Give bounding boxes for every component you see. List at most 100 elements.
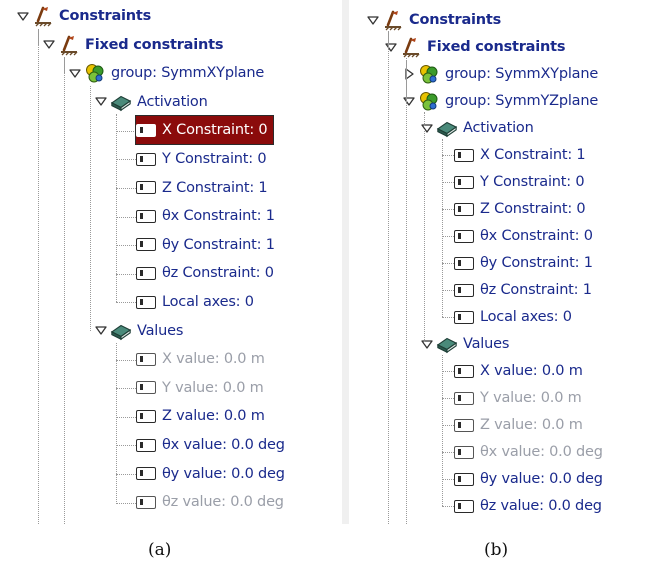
checkbox-icon[interactable] — [454, 472, 474, 486]
constraint-icon — [400, 36, 422, 58]
collapse-arrow-icon[interactable] — [42, 39, 56, 51]
checkbox-icon[interactable] — [136, 238, 156, 252]
tree-item-y-constraint-1[interactable]: θy Constraint: 1 — [454, 249, 595, 277]
tree-item-label: θx Constraint: 1 — [162, 208, 275, 225]
checkbox-icon[interactable] — [136, 123, 156, 137]
tree-item-x-constraint-0[interactable]: θx Constraint: 0 — [454, 222, 595, 250]
tree-item-group-symmxyplane[interactable]: group: SymmXYplane — [84, 59, 266, 87]
tree-item-label: θz Constraint: 1 — [480, 282, 592, 298]
tree-item-z-value-0-0-deg[interactable]: θz value: 0.0 deg — [454, 492, 604, 520]
checkbox-icon[interactable] — [136, 438, 156, 452]
checkbox-icon[interactable] — [454, 310, 474, 324]
checkbox-icon[interactable] — [454, 148, 474, 162]
tree-item-label: θy value: 0.0 deg — [480, 471, 603, 487]
tree-item-x-value-0-0-m[interactable]: X value: 0.0 m — [454, 357, 585, 385]
tree-item-label: θy Constraint: 1 — [162, 236, 275, 253]
tree-item-y-constraint-0[interactable]: Y Constraint: 0 — [454, 168, 586, 196]
tree-item-y-constraint-0[interactable]: Y Constraint: 0 — [136, 145, 268, 173]
tree-item-label: Values — [137, 322, 184, 339]
tree-item-x-value-0-0-m[interactable]: X value: 0.0 m — [136, 345, 267, 373]
checkbox-icon[interactable] — [136, 409, 156, 423]
tree-item-z-constraint-1[interactable]: Z Constraint: 1 — [136, 174, 269, 202]
checkbox-icon[interactable] — [136, 181, 156, 195]
tree-item-x-constraint-0[interactable]: X Constraint: 0 — [134, 115, 275, 146]
tree-item-values[interactable]: Values — [436, 330, 511, 358]
tree-item-y-value-0-0-m[interactable]: Y value: 0.0 m — [136, 374, 266, 402]
collapse-arrow-icon[interactable] — [16, 10, 30, 22]
tree-item-x-value-0-0-deg[interactable]: θx value: 0.0 deg — [136, 431, 287, 459]
tree-item-z-value-0-0-m[interactable]: Z value: 0.0 m — [136, 402, 267, 430]
tree-item-activation[interactable]: Activation — [436, 114, 536, 142]
tree-item-label: Constraints — [59, 8, 152, 24]
tree-item-label: θx Constraint: 0 — [480, 228, 593, 244]
checkbox-icon[interactable] — [454, 175, 474, 189]
collapse-arrow-icon[interactable] — [94, 325, 108, 337]
checkbox-icon[interactable] — [454, 499, 474, 513]
tree-guide-line — [116, 114, 117, 303]
tree-item-z-constraint-0[interactable]: θz Constraint: 0 — [136, 259, 276, 287]
tree-item-label: θz value: 0.0 deg — [162, 494, 284, 511]
folder-book-icon — [110, 91, 132, 113]
tree-item-group-symmyzplane[interactable]: group: SymmYZplane — [418, 87, 600, 115]
collapse-arrow-icon[interactable] — [384, 41, 398, 53]
collapse-arrow-icon[interactable] — [366, 14, 380, 26]
tree-item-fixed-constraints[interactable]: Fixed constraints — [58, 31, 225, 59]
checkbox-icon[interactable] — [136, 381, 156, 395]
tree-item-local-axes-0[interactable]: Local axes: 0 — [454, 303, 574, 331]
tree-item-y-value-0-0-deg[interactable]: θy value: 0.0 deg — [136, 460, 287, 488]
group-icon — [84, 62, 106, 84]
tree-item-z-value-0-0-deg[interactable]: θz value: 0.0 deg — [136, 488, 286, 516]
tree-item-local-axes-0[interactable]: Local axes: 0 — [136, 288, 256, 316]
checkbox-icon[interactable] — [136, 209, 156, 223]
tree-item-x-constraint-1[interactable]: θx Constraint: 1 — [136, 202, 277, 230]
checkbox-icon[interactable] — [454, 229, 474, 243]
tree-item-constraints[interactable]: Constraints — [32, 2, 153, 30]
checkbox-icon[interactable] — [454, 256, 474, 270]
tree-item-x-constraint-1[interactable]: X Constraint: 1 — [454, 141, 587, 169]
tree-item-activation[interactable]: Activation — [110, 88, 210, 116]
tree-item-label: Fixed constraints — [85, 36, 224, 53]
checkbox-icon[interactable] — [454, 202, 474, 216]
tree-item-label: X value: 0.0 m — [162, 351, 265, 368]
tree-item-label: Activation — [463, 120, 534, 136]
tree-guide-line — [406, 60, 407, 524]
collapse-arrow-icon[interactable] — [94, 96, 108, 108]
checkbox-icon[interactable] — [454, 445, 474, 459]
collapse-arrow-icon[interactable] — [420, 338, 434, 350]
collapse-arrow-icon[interactable] — [68, 67, 82, 79]
tree-item-y-value-0-0-m[interactable]: Y value: 0.0 m — [454, 384, 584, 412]
collapse-arrow-icon[interactable] — [420, 122, 434, 134]
tree-connector — [116, 159, 138, 161]
tree-item-label: X value: 0.0 m — [480, 363, 583, 379]
tree-item-label: Y Constraint: 0 — [162, 151, 267, 167]
checkbox-icon[interactable] — [136, 152, 156, 166]
folder-book-icon — [436, 333, 458, 355]
checkbox-icon[interactable] — [136, 352, 156, 366]
tree-item-y-constraint-1[interactable]: θy Constraint: 1 — [136, 231, 277, 259]
checkbox-icon[interactable] — [136, 266, 156, 280]
tree-item-label: θx value: 0.0 deg — [480, 444, 603, 460]
tree-item-label: Z value: 0.0 m — [480, 417, 583, 433]
checkbox-icon[interactable] — [136, 295, 156, 309]
checkbox-icon[interactable] — [136, 467, 156, 481]
expand-arrow-icon[interactable] — [402, 68, 416, 80]
tree-item-y-value-0-0-deg[interactable]: θy value: 0.0 deg — [454, 465, 605, 493]
tree-connector — [116, 359, 138, 361]
tree-item-fixed-constraints[interactable]: Fixed constraints — [400, 33, 567, 61]
group-icon — [418, 63, 440, 85]
collapse-arrow-icon[interactable] — [402, 95, 416, 107]
checkbox-icon[interactable] — [454, 364, 474, 378]
checkbox-icon[interactable] — [454, 391, 474, 405]
tree-item-label: group: SymmXYplane — [111, 65, 265, 82]
tree-item-x-value-0-0-deg[interactable]: θx value: 0.0 deg — [454, 438, 605, 466]
tree-item-constraints[interactable]: Constraints — [382, 6, 503, 34]
tree-item-z-constraint-0[interactable]: Z Constraint: 0 — [454, 195, 587, 223]
checkbox-icon[interactable] — [136, 495, 156, 509]
tree-item-label: Fixed constraints — [427, 39, 566, 55]
checkbox-icon[interactable] — [454, 418, 474, 432]
tree-item-group-symmxyplane[interactable]: group: SymmXYplane — [418, 60, 600, 88]
checkbox-icon[interactable] — [454, 283, 474, 297]
tree-item-values[interactable]: Values — [110, 317, 185, 345]
tree-item-z-constraint-1[interactable]: θz Constraint: 1 — [454, 276, 594, 304]
tree-item-z-value-0-0-m[interactable]: Z value: 0.0 m — [454, 411, 585, 439]
